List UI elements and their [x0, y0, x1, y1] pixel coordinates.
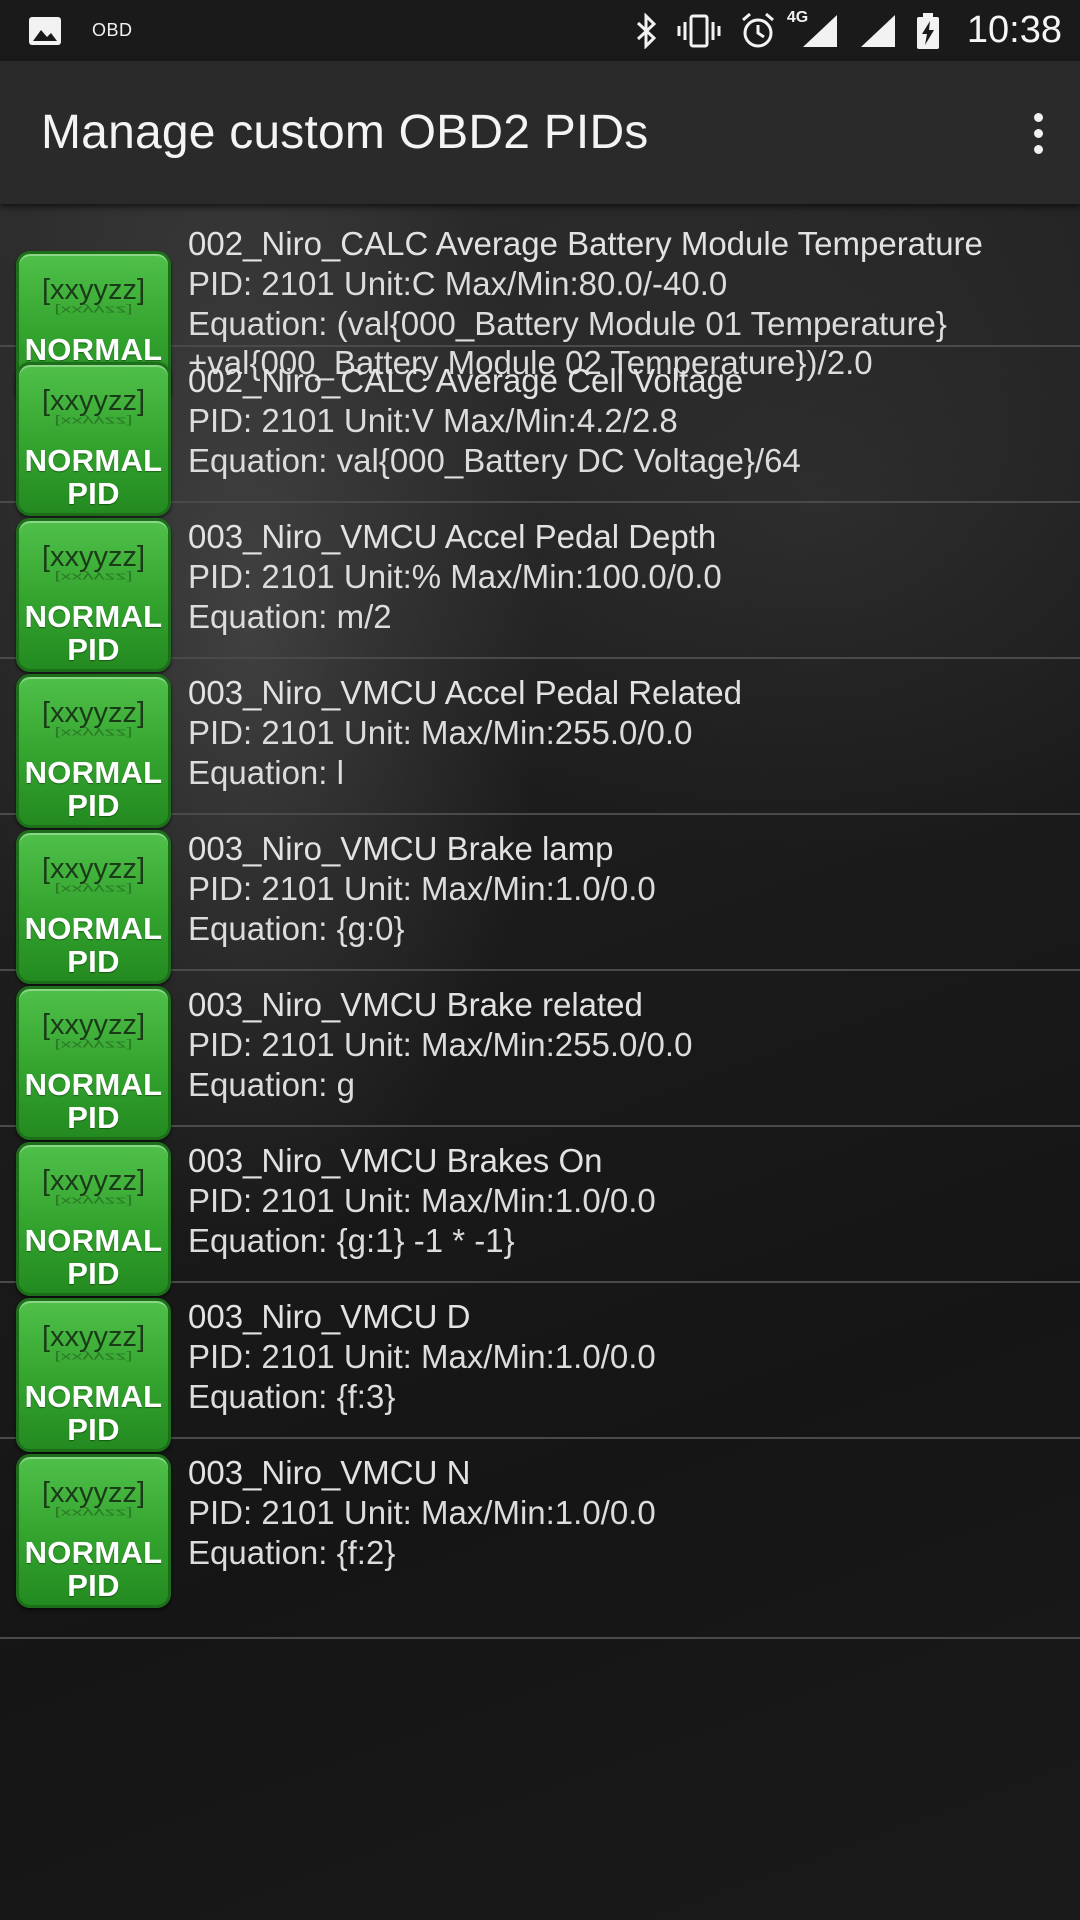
badge-type-label: NORMAL	[24, 1067, 163, 1102]
pid-list-item[interactable]: [xxyyzz] [xxyyzz] NORMAL PID 003_Niro_VMCU B…	[0, 815, 1080, 984]
status-time: 10:38	[966, 9, 1062, 51]
pid-details: PID: 2101 Unit:V Max/Min:4.2/2.8	[188, 402, 678, 439]
pid-name: 003_Niro_VMCU Brake related	[188, 986, 643, 1023]
pid-name: 003_Niro_VMCU Brake lamp	[188, 830, 614, 867]
badge-pid-label: PID	[67, 1568, 120, 1603]
normal-pid-badge-icon: [xxyyzz][xxyyzz]NORMALPID	[16, 518, 171, 672]
pid-name: 002_Niro_CALC Average Battery Module Tem…	[188, 225, 983, 262]
badge-code-label: [xxyyzz]	[41, 541, 146, 573]
pid-name: 002_Niro_CALC Average Cell Voltage	[188, 362, 744, 399]
bluetooth-icon	[635, 12, 659, 49]
badge-code-label: [xxyyzz]	[41, 1009, 146, 1041]
badge-type-label: NORMAL	[24, 755, 163, 790]
pid-list-item[interactable]: [xxyyzz][xxyyzz]NORMALPID002_Niro_CALC A…	[0, 347, 1080, 516]
badge-code-label: [xxyyzz]	[41, 697, 146, 729]
pid-details: PID: 2101 Unit: Max/Min:255.0/0.0	[188, 1026, 693, 1063]
badge-code-reflection: [xxyyzz]	[54, 727, 133, 740]
image-notification-icon	[28, 16, 62, 46]
pid-list[interactable]: [xxyyzz][xxyyzz]NORMALPID002_Niro_CALC A…	[0, 204, 1080, 1920]
badge-code-reflection: [xxyyzz]	[54, 415, 133, 428]
pid-item-text: 003_Niro_VMCU D PID: 2101 Unit: Max/Min:1…	[188, 1297, 1060, 1417]
badge-code-reflection: [xxyyzz]	[54, 571, 133, 584]
badge-type-label: NORMAL	[24, 599, 163, 634]
pid-equation: Equation: m/2	[188, 598, 392, 635]
pid-item-text: 003_Niro_VMCU Brakes On PID: 2101 Unit: M…	[188, 1141, 1060, 1261]
pid-item-text: 003_Niro_VMCU Accel Pedal Depth PID: 2101…	[188, 517, 1060, 637]
pid-list-item[interactable]: [xxyyzz] [xxyyzz] NORMAL PID 003_Niro_VMCU D…	[0, 1283, 1080, 1452]
signal-icon	[857, 13, 897, 49]
pid-name: 003_Niro_VMCU Accel Pedal Depth	[188, 518, 717, 555]
pid-list-item[interactable]: [xxyyzz] [xxyyzz] NORMAL PID 003_Niro_VMCU A…	[0, 659, 1080, 828]
pid-details: PID: 2101 Unit:% Max/Min:100.0/0.0	[188, 558, 722, 595]
normal-pid-badge-icon: [xxyyzz][xxyyzz]NORMALPID	[16, 986, 171, 1140]
badge-code-reflection: [xxyyzz]	[54, 1351, 133, 1364]
app-bar: Manage custom OBD2 PIDs	[0, 61, 1080, 204]
normal-pid-badge-icon: [xxyyzz][xxyyzz]NORMALPID	[16, 830, 171, 984]
app-notification-label: OBD	[92, 20, 133, 40]
badge-type-label: NORMAL	[24, 1223, 163, 1258]
pid-item-text: 003_Niro_VMCU Accel Pedal Related PID: 21…	[188, 673, 1060, 793]
status-bar: OBD 4G 10:38	[0, 0, 1080, 61]
pid-equation: Equation: {g:1} -1 * -1}	[188, 1222, 515, 1259]
badge-code-label: [xxyyzz]	[41, 1477, 146, 1509]
badge-type-label: NORMAL	[24, 1379, 163, 1414]
badge-code-label: [xxyyzz]	[41, 853, 146, 885]
pid-equation: Equation: g	[188, 1066, 355, 1103]
pid-item-text: 003_Niro_VMCU N PID: 2101 Unit: Max/Min:1…	[188, 1453, 1060, 1573]
pid-list-item[interactable]: [xxyyzz][xxyyzz]NORMALPID002_Niro_CALC A…	[0, 204, 1080, 405]
pid-list-item[interactable]: [xxyyzz] [xxyyzz] NORMAL PID 003_Niro_VMCU B…	[0, 1127, 1080, 1296]
pid-name: 003_Niro_VMCU N	[188, 1454, 471, 1491]
pid-name: 003_Niro_VMCU D	[188, 1298, 471, 1335]
normal-pid-badge-icon: [xxyyzz][xxyyzz] NORMALPID	[16, 1454, 171, 1608]
badge-code-reflection: [xxyyzz]	[54, 883, 133, 896]
pid-name: 003_Niro_VMCU Accel Pedal Related	[188, 674, 742, 711]
pid-details: PID: 2101 Unit: Max/Min:1.0/0.0	[188, 1182, 656, 1219]
overflow-menu-button[interactable]	[1018, 103, 1058, 163]
vibrate-icon	[677, 14, 721, 48]
normal-pid-badge-icon: [xxyyzz][xxyyzz]NORMALPID	[16, 1298, 171, 1452]
pid-item-text: 002_Niro_CALC Average Cell Voltage PID: 2…	[188, 361, 1060, 481]
more-vert-icon	[1033, 112, 1043, 122]
pid-equation: Equation: l	[188, 754, 344, 791]
page-title: Manage custom OBD2 PIDs	[41, 106, 649, 159]
normal-pid-badge-icon: [xxyyzz][xxyyzz]NORMALPID	[16, 674, 171, 828]
badge-code-reflection: [xxyyzz]	[54, 1507, 133, 1520]
badge-code-label: [xxyyzz]	[41, 1165, 146, 1197]
pid-name: 003_Niro_VMCU Brakes On	[188, 1142, 603, 1179]
pid-list-item[interactable]: [xxyyzz] [xxyyzz] NORMAL PID 003_Niro_VMCU N…	[0, 1439, 1080, 1639]
network-type-label: 4G	[786, 8, 809, 26]
normal-pid-badge-icon: [xxyyzz][xxyyzz]NORMALPID	[16, 1142, 171, 1296]
pid-equation: Equation: val{000_Battery DC Voltage}/64	[188, 442, 801, 479]
signal-4g-icon: 4G	[787, 9, 839, 49]
badge-type-label: NORMAL	[24, 911, 163, 946]
badge-code-reflection: [xxyyzz]	[54, 1195, 133, 1208]
badge-code-label: [xxyyzz]	[41, 1321, 146, 1353]
pid-list-item[interactable]: [xxyyzz] [xxyyzz] NORMAL PID 003_Niro_VMCU A…	[0, 503, 1080, 672]
pid-list-item[interactable]: [xxyyzz] [xxyyzz] NORMAL PID 003_Niro_VMCU B…	[0, 971, 1080, 1140]
badge-code-reflection: [xxyyzz]	[54, 1039, 133, 1052]
badge-type-label: NORMAL	[24, 1535, 163, 1570]
pid-equation: Equation: {f:3}	[188, 1378, 396, 1415]
normal-pid-badge-icon: [xxyyzz][xxyyzz]NORMALPID	[16, 362, 171, 516]
pid-equation: Equation: (val{000_Battery Module 01 Tem…	[188, 305, 947, 342]
pid-equation: Equation: {g:0}	[188, 910, 405, 947]
pid-details: PID: 2101 Unit: Max/Min:255.0/0.0	[188, 714, 693, 751]
pid-details: PID: 2101 Unit: Max/Min:1.0/0.0	[188, 1494, 656, 1531]
pid-item-text: 003_Niro_VMCU Brake lamp PID: 2101 Unit: …	[188, 829, 1060, 949]
pid-details: PID: 2101 Unit: Max/Min:1.0/0.0	[188, 870, 656, 907]
battery-charging-icon	[915, 12, 941, 50]
badge-code-label: [xxyyzz]	[41, 274, 146, 306]
badge-code-label: [xxyyzz]	[41, 385, 146, 417]
pid-equation: Equation: {f:2}	[188, 1534, 396, 1571]
pid-item-text: 003_Niro_VMCU Brake related PID: 2101 Uni…	[188, 985, 1060, 1105]
alarm-icon	[739, 12, 777, 50]
pid-details: PID: 2101 Unit: Max/Min:1.0/0.0	[188, 1338, 656, 1375]
pid-details: PID: 2101 Unit:C Max/Min:80.0/-40.0	[188, 265, 728, 302]
badge-type-label: NORMAL	[24, 443, 163, 478]
badge-code-reflection: [xxyyzz]	[54, 304, 133, 317]
